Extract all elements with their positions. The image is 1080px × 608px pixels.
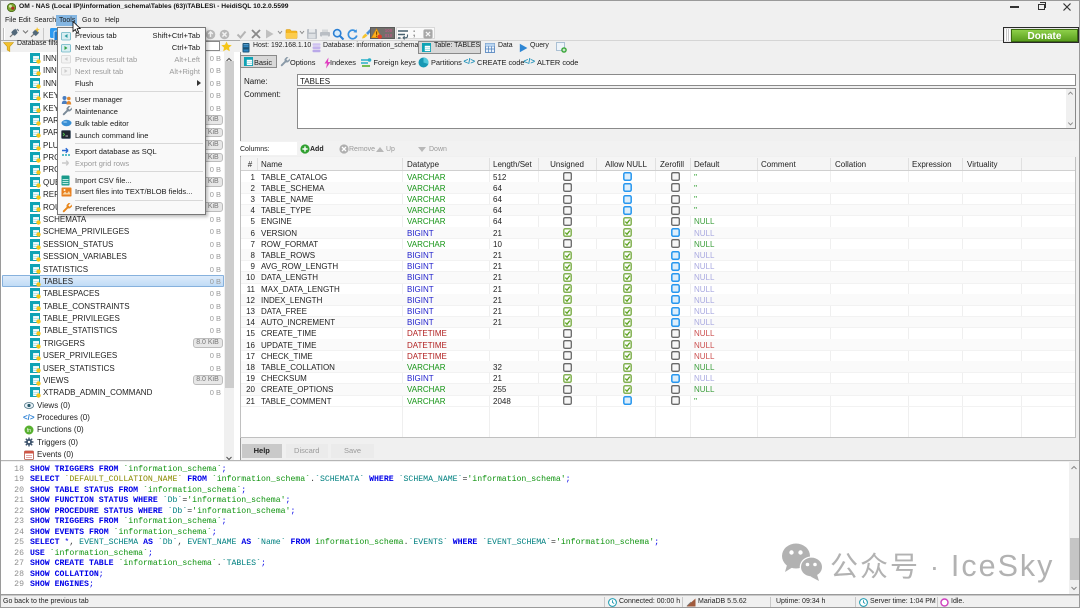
svg-text:fn: fn bbox=[27, 428, 31, 434]
